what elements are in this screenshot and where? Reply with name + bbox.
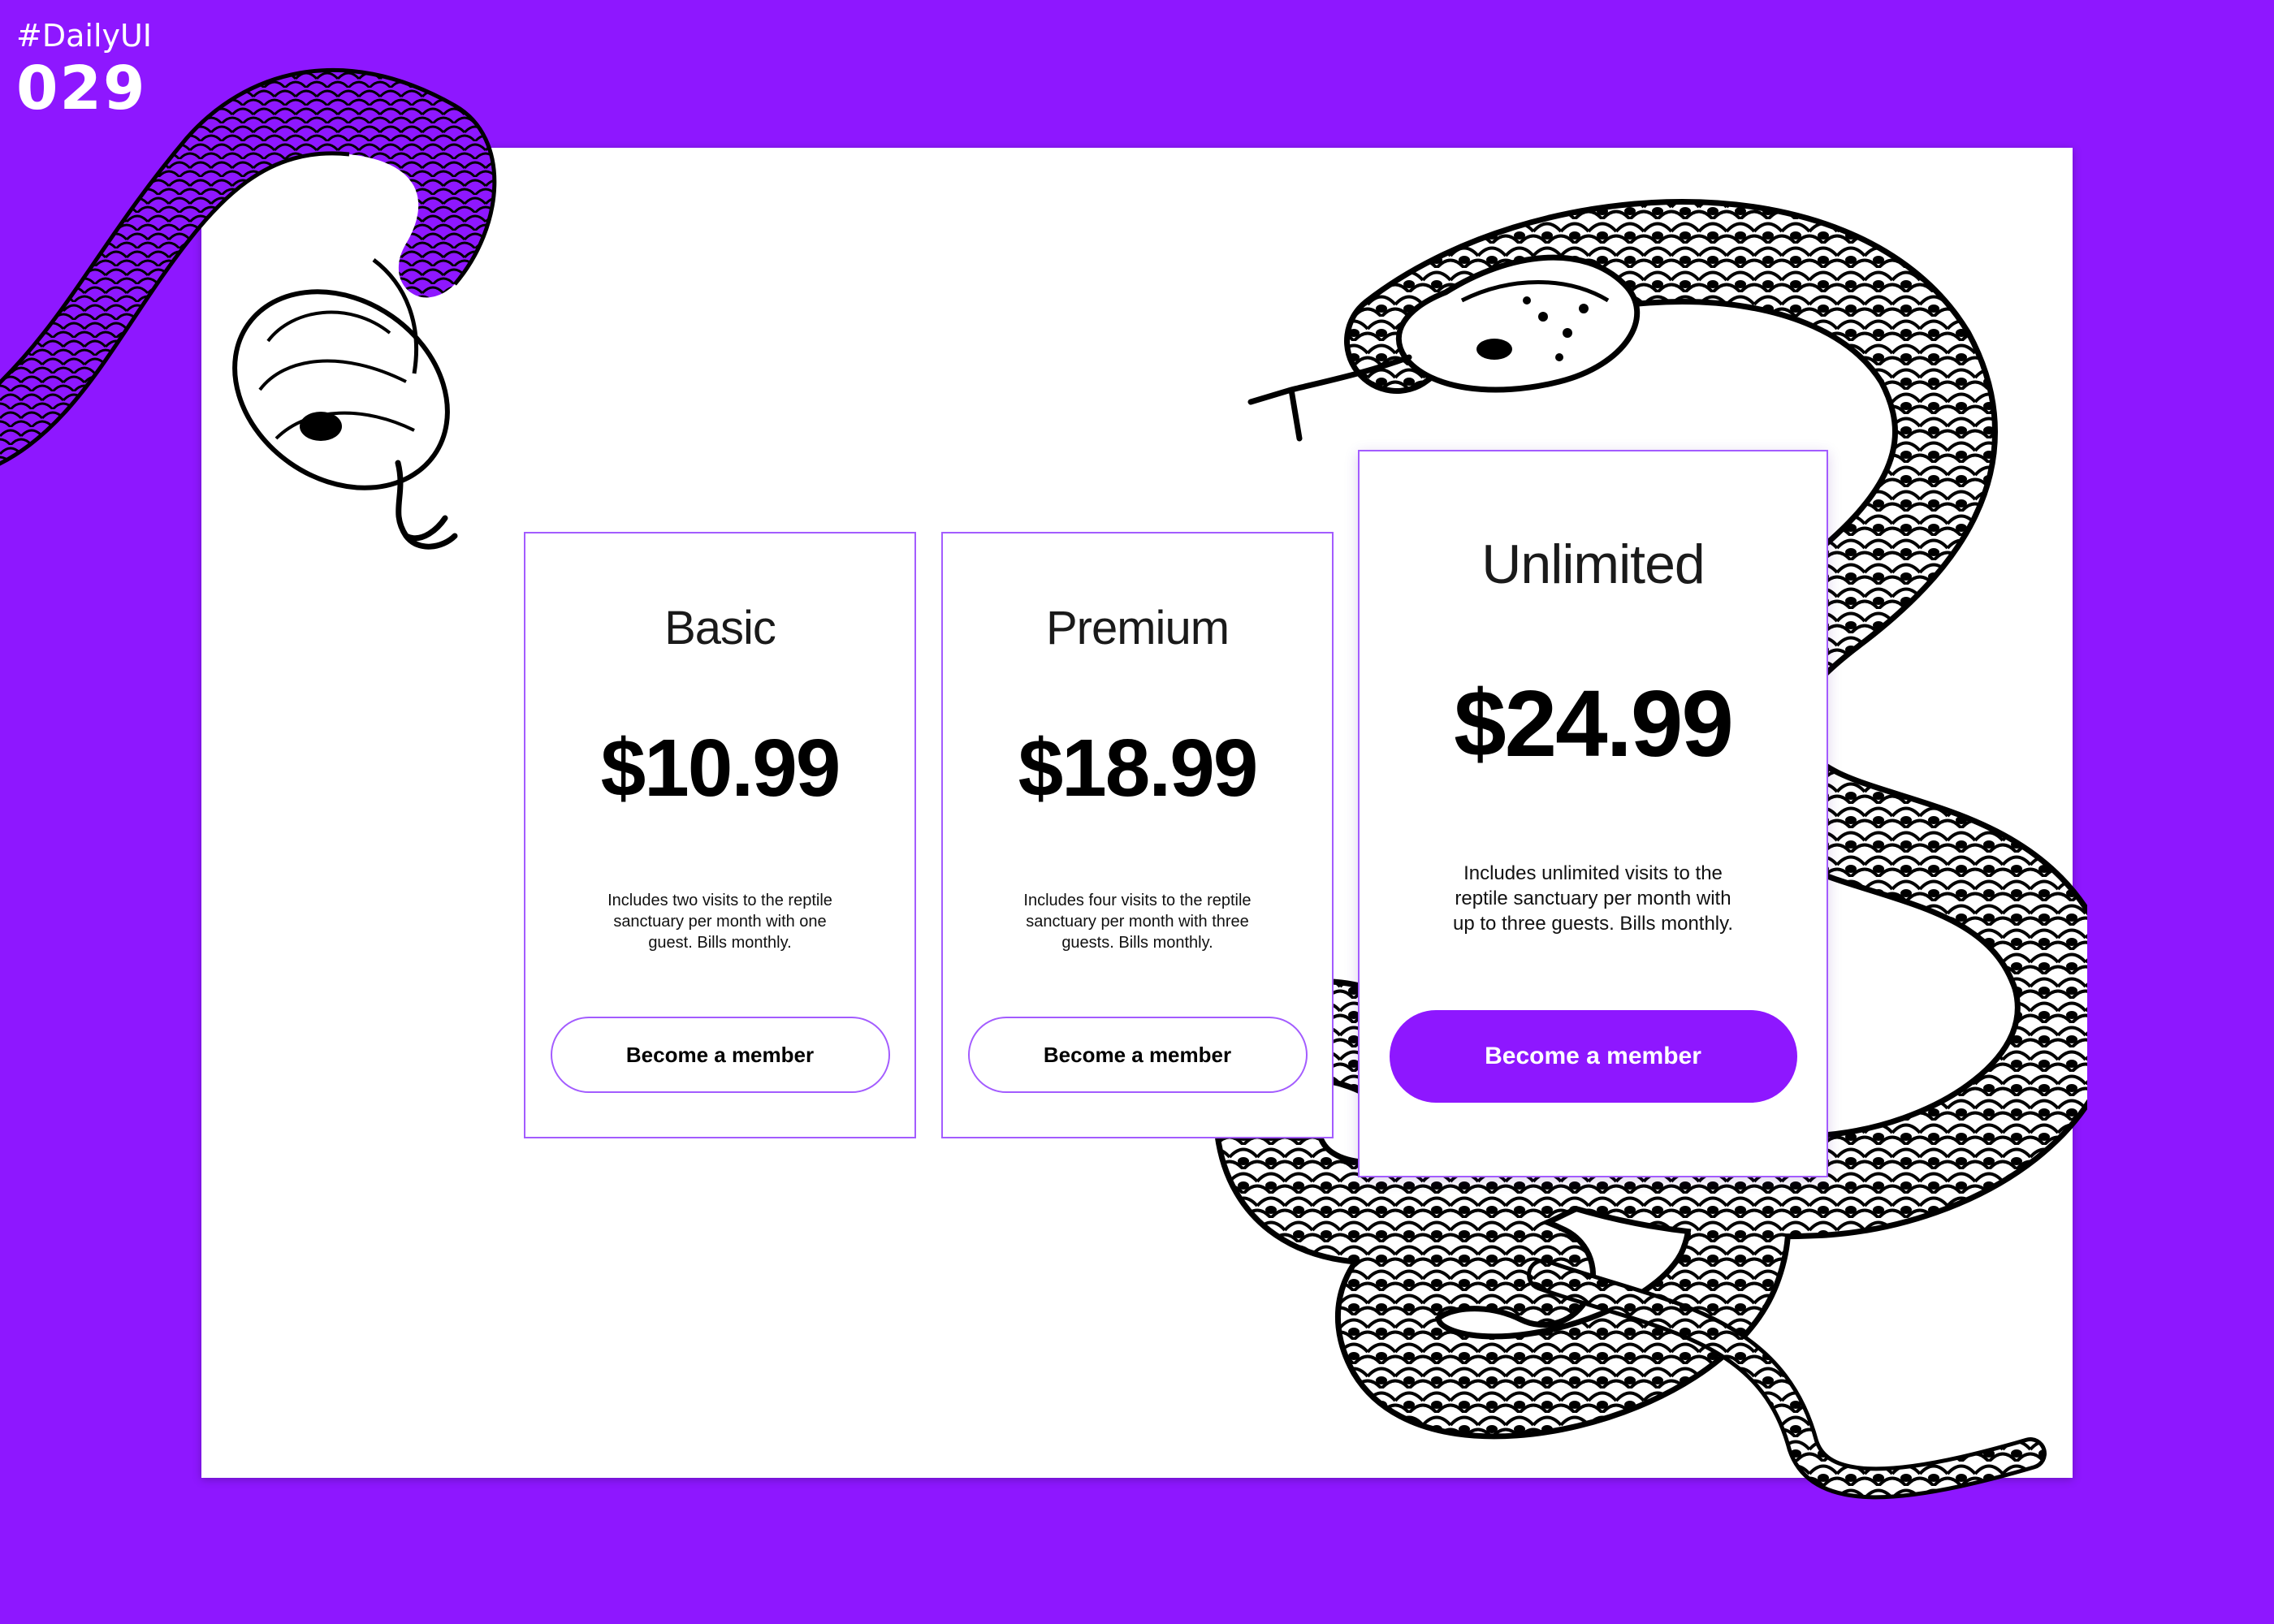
daily-ui-tag: #DailyUI 029 (16, 16, 152, 122)
become-member-button-unlimited[interactable]: Become a member (1389, 1009, 1797, 1103)
plan-price: $10.99 (600, 723, 841, 814)
plan-price: $24.99 (1454, 671, 1734, 776)
plan-description: Includes unlimited visits to the reptile… (1452, 862, 1734, 935)
become-member-button-basic[interactable]: Become a member (550, 1017, 890, 1093)
plan-price: $18.99 (1018, 723, 1259, 814)
plan-card-premium: Premium $18.99 Includes four visits to t… (941, 532, 1334, 1138)
plan-description: Includes two visits to the reptile sanct… (607, 892, 832, 952)
plan-card-basic: Basic $10.99 Includes two visits to the … (524, 532, 916, 1138)
daily-ui-number: 029 (16, 54, 147, 123)
plan-name: Unlimited (1481, 533, 1705, 595)
plan-name: Premium (1045, 602, 1230, 654)
plan-description: Includes four visits to the reptile sanc… (1023, 892, 1252, 952)
plan-card-unlimited: Unlimited $24.99 Includes unlimited visi… (1358, 450, 1828, 1177)
plan-name: Basic (664, 602, 776, 654)
become-member-button-premium[interactable]: Become a member (967, 1017, 1308, 1093)
daily-ui-hashtag: #DailyUI (16, 18, 153, 54)
